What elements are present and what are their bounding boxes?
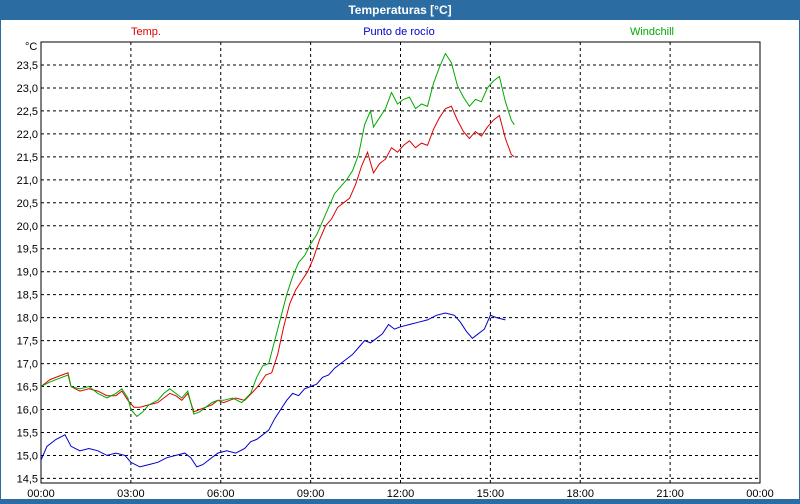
y-tick-label: 22,0 bbox=[17, 129, 38, 141]
y-tick-label: 14,5 bbox=[17, 473, 38, 485]
chart-panel: °C 14,5 15,0 15,5 16,0 16,5 17,0 17,5 18,0 18,5 1… bbox=[1, 20, 799, 504]
legend-entry: Punto de rocío bbox=[363, 26, 435, 38]
y-tick-label: 18,0 bbox=[17, 313, 38, 325]
chart-window: Temperaturas [°C] °C 14,5 15,0 15,5 16,0 16,… bbox=[0, 0, 800, 504]
y-tick-label: 15,0 bbox=[17, 450, 38, 462]
chart-title: Temperaturas [°C] bbox=[0, 0, 800, 20]
y-tick-label: 17,0 bbox=[17, 359, 38, 371]
x-tick-time: 03:00 bbox=[117, 488, 145, 499]
y-tick-label: 17,5 bbox=[17, 336, 38, 348]
x-tick-time: 00:00 bbox=[746, 488, 774, 499]
y-tick-label: 19,0 bbox=[17, 267, 38, 279]
x-tick-time: 06:00 bbox=[207, 488, 235, 499]
x-tick-time: 21:00 bbox=[656, 488, 684, 499]
y-tick-label: 21,5 bbox=[17, 152, 38, 164]
x-tick-time: 15:00 bbox=[477, 488, 505, 499]
y-tick-label: 16,5 bbox=[17, 382, 38, 394]
y-tick-label: 23,5 bbox=[17, 60, 38, 72]
x-tick-time: 12:00 bbox=[387, 488, 415, 499]
y-tick-label: 19,5 bbox=[17, 244, 38, 256]
legend: Temp. Punto de rocío Windchill bbox=[131, 26, 674, 38]
y-axis-label: °C bbox=[25, 41, 37, 53]
y-tick-label: 16,0 bbox=[17, 405, 38, 417]
y-axis: °C 14,5 15,0 15,5 16,0 16,5 17,0 17,5 18,0 18,5 1… bbox=[17, 41, 38, 485]
x-tick-time: 09:00 bbox=[297, 488, 325, 499]
legend-entry: Temp. bbox=[131, 26, 161, 38]
y-tick-label: 20,5 bbox=[17, 198, 38, 210]
y-tick-label: 21,0 bbox=[17, 175, 38, 187]
y-tick-label: 20,0 bbox=[17, 221, 38, 233]
legend-entry: Windchill bbox=[630, 26, 674, 38]
temperature-chart: °C 14,5 15,0 15,5 16,0 16,5 17,0 17,5 18,0 18,5 1… bbox=[17, 26, 782, 504]
y-tick-label: 15,5 bbox=[17, 427, 38, 439]
x-axis: 00:0029/06/2603:0029/06/2606:0029/06/260… bbox=[20, 488, 782, 504]
x-tick-time: 18:00 bbox=[566, 488, 594, 499]
y-tick-label: 23,0 bbox=[17, 83, 38, 95]
y-tick-label: 22,5 bbox=[17, 106, 38, 118]
x-tick-time: 00:00 bbox=[27, 488, 55, 499]
y-tick-label: 18,5 bbox=[17, 290, 38, 302]
